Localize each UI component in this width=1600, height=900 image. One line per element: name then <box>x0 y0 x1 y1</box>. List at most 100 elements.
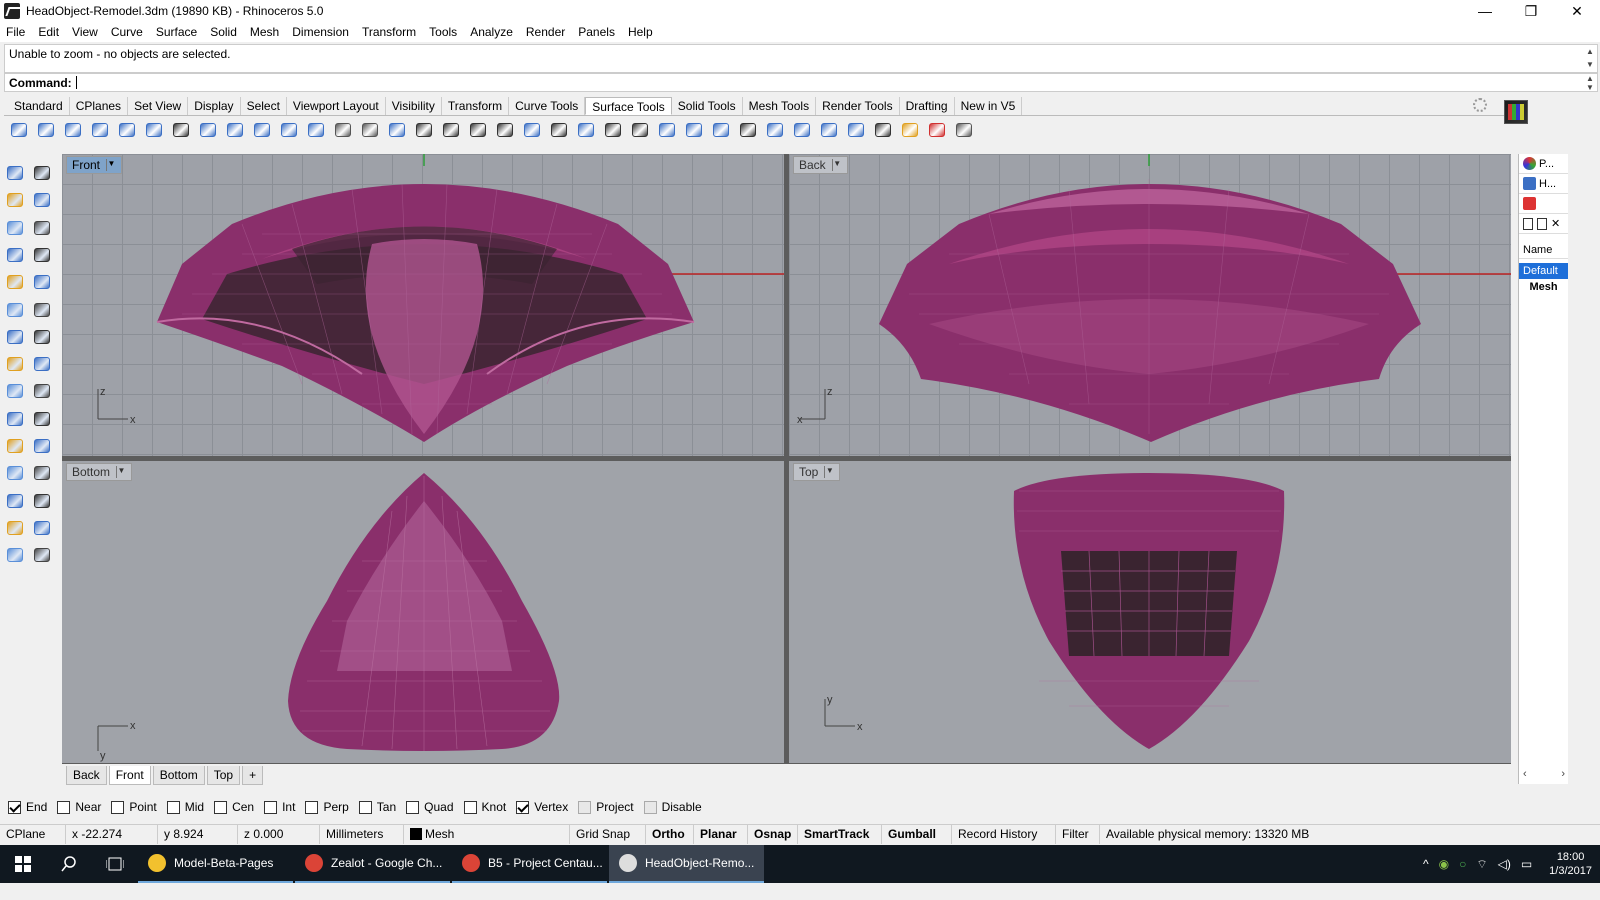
help-tab[interactable]: H... <box>1519 174 1568 194</box>
curve-interpolate-icon[interactable] <box>4 217 26 239</box>
toolbar-tab-solid-tools[interactable]: Solid Tools <box>672 97 743 115</box>
osnap-mid[interactable]: Mid <box>166 800 204 814</box>
layers-panel-scrollbar[interactable]: ‹ › <box>1519 768 1569 780</box>
extrude-curve-icon[interactable] <box>8 119 30 141</box>
osnap-checkbox[interactable] <box>463 800 477 814</box>
menu-render[interactable]: Render <box>526 25 565 39</box>
gumball-toggle[interactable]: Gumball <box>882 824 952 844</box>
osnap-perp[interactable]: Perp <box>305 800 349 814</box>
surface-icon[interactable] <box>4 244 26 266</box>
viewport-label-front[interactable]: Front ▼ <box>66 156 123 174</box>
explode-icon[interactable] <box>818 119 840 141</box>
osnap-checkbox[interactable] <box>214 800 228 814</box>
copy-layer-icon[interactable] <box>1537 217 1547 230</box>
input-icon[interactable]: ▭ <box>1521 857 1532 871</box>
sphere-icon[interactable] <box>4 271 26 293</box>
close-button[interactable]: ✕ <box>1554 0 1600 22</box>
unroll-icon[interactable] <box>656 119 678 141</box>
menu-edit[interactable]: Edit <box>38 25 59 39</box>
command-history-scrollbar[interactable]: ▲ ▼ <box>1584 45 1596 73</box>
add-viewport-tab-button[interactable]: + <box>242 765 264 785</box>
menu-panels[interactable]: Panels <box>578 25 615 39</box>
ribbon-icon[interactable] <box>143 119 165 141</box>
split-icon[interactable] <box>31 326 53 348</box>
contour-icon[interactable] <box>872 119 894 141</box>
search-icon[interactable] <box>46 845 92 883</box>
arch-surface-icon[interactable] <box>359 119 381 141</box>
grid-snap-toggle[interactable]: Grid Snap <box>570 824 646 844</box>
menu-tools[interactable]: Tools <box>429 25 457 39</box>
taskbar-app-1[interactable]: Zealot - Google Ch... <box>295 845 450 883</box>
status-units[interactable]: Millimeters <box>320 824 404 844</box>
extrude-along-curve-icon[interactable] <box>89 119 111 141</box>
layer-mesh[interactable]: Mesh <box>1519 279 1568 295</box>
task-view-icon[interactable] <box>92 845 138 883</box>
line-icon[interactable] <box>31 189 53 211</box>
offset-icon[interactable] <box>31 353 53 375</box>
new-layer-icon[interactable] <box>1523 217 1533 230</box>
split-srf-icon[interactable] <box>737 119 759 141</box>
menu-transform[interactable]: Transform <box>362 25 416 39</box>
array-icon[interactable] <box>4 435 26 457</box>
record-history-toggle[interactable]: Record History <box>952 824 1056 844</box>
taskbar-app-0[interactable]: Model-Beta-Pages <box>138 845 293 883</box>
loft-icon[interactable] <box>197 119 219 141</box>
menu-dimension[interactable]: Dimension <box>292 25 349 39</box>
taskbar-app-2[interactable]: B5 - Project Centau... <box>452 845 607 883</box>
box-icon[interactable] <box>31 271 53 293</box>
delete-layer-icon[interactable]: ✕ <box>1551 217 1560 230</box>
fit-srf-icon[interactable] <box>467 119 489 141</box>
dimension-icon[interactable] <box>4 462 26 484</box>
toolbar-tab-mesh-tools[interactable]: Mesh Tools <box>743 97 817 115</box>
gear-icon[interactable] <box>1473 98 1487 112</box>
blend-surface-icon[interactable] <box>278 119 300 141</box>
boolean-icon[interactable] <box>4 380 26 402</box>
viewport-tab-top[interactable]: Top <box>206 765 241 785</box>
mesh-icon[interactable] <box>31 517 53 539</box>
toolbar-tab-render-tools[interactable]: Render Tools <box>816 97 900 115</box>
wifi-icon[interactable]: ⌔ <box>1476 857 1487 872</box>
fillet-srf-icon[interactable] <box>413 119 435 141</box>
rail-revolve-icon[interactable] <box>170 119 192 141</box>
cylinder-icon[interactable] <box>683 119 705 141</box>
osnap-vertex[interactable]: Vertex <box>516 800 568 814</box>
ortho-toggle[interactable]: Ortho <box>646 824 694 844</box>
viewport-tab-back[interactable]: Back <box>66 765 107 785</box>
toolbar-tab-cplanes[interactable]: CPlanes <box>70 97 129 115</box>
mirror-icon[interactable] <box>31 380 53 402</box>
osnap-checkbox[interactable] <box>57 800 71 814</box>
box-edit-icon[interactable] <box>926 119 948 141</box>
filter-toggle[interactable]: Filter <box>1056 824 1100 844</box>
viewport-bottom[interactable]: x y Bottom ▼ <box>62 461 784 763</box>
shrink-trimmed-icon[interactable] <box>575 119 597 141</box>
chamfer-srf-icon[interactable] <box>440 119 462 141</box>
command-line-scrollbar[interactable]: ▲ ▼ <box>1584 74 1596 92</box>
scroll-left-icon[interactable]: ‹ <box>1523 768 1527 780</box>
text-icon[interactable] <box>31 462 53 484</box>
menu-help[interactable]: Help <box>628 25 653 39</box>
group-icon[interactable] <box>4 490 26 512</box>
osnap-checkbox[interactable] <box>358 800 372 814</box>
rotate-icon[interactable] <box>31 408 53 430</box>
menu-surface[interactable]: Surface <box>156 25 197 39</box>
osnap-near[interactable]: Near <box>57 800 101 814</box>
properties-tab[interactable]: P... <box>1519 154 1568 174</box>
flow-srf-icon[interactable] <box>845 119 867 141</box>
untrim-icon[interactable] <box>602 119 624 141</box>
menu-mesh[interactable]: Mesh <box>250 25 279 39</box>
viewport-tab-front[interactable]: Front <box>108 765 151 785</box>
toolbar-tab-select[interactable]: Select <box>241 97 287 115</box>
menu-solid[interactable]: Solid <box>210 25 237 39</box>
toolbar-tab-curve-tools[interactable]: Curve Tools <box>509 97 586 115</box>
viewport-front[interactable]: z x Front ▼ <box>62 154 784 456</box>
menu-analyze[interactable]: Analyze <box>470 25 513 39</box>
command-line[interactable]: Command: <box>4 73 1598 92</box>
osnap-end[interactable]: End <box>8 800 47 814</box>
extrude-tapered-icon[interactable] <box>62 119 84 141</box>
match-srf-icon[interactable] <box>548 119 570 141</box>
plane-corner-icon[interactable] <box>710 119 732 141</box>
viewport-top[interactable]: y x Top ▼ <box>789 461 1511 763</box>
toolbar-tab-standard[interactable]: Standard <box>8 97 70 115</box>
clock[interactable]: 18:00 1/3/2017 <box>1549 850 1592 878</box>
menu-curve[interactable]: Curve <box>111 25 143 39</box>
